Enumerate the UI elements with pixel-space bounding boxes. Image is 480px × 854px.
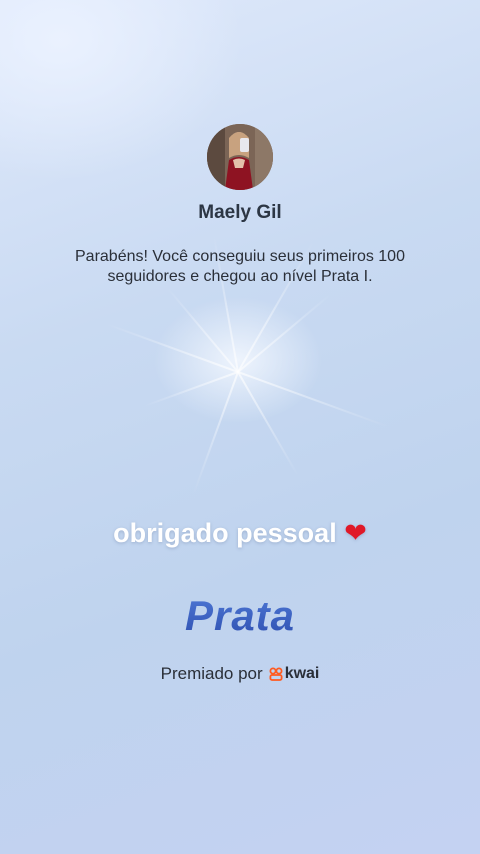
tier-title: Prata xyxy=(0,592,480,640)
caption-label: obrigado pessoal xyxy=(113,518,337,548)
kwai-icon xyxy=(269,667,283,681)
caption-text: obrigado pessoal ❤ xyxy=(0,518,480,549)
awarded-by: Premiado por kwai xyxy=(0,664,480,684)
avatar[interactable] xyxy=(207,124,273,190)
profile-name: Maely Gil xyxy=(198,202,282,223)
profile-photo-icon xyxy=(207,124,273,190)
achievement-message-line-2: seguidores e chegou ao nível Prata I. xyxy=(107,268,373,285)
kwai-brand-text: kwai xyxy=(284,665,320,682)
heart-emoji-icon: ❤ xyxy=(344,518,367,549)
kwai-logo: kwai xyxy=(269,665,320,683)
achievement-message-line-1: Parabéns! Você conseguiu seus primeiros … xyxy=(75,248,405,265)
achievement-message: Parabéns! Você conseguiu seus primeiros … xyxy=(40,247,440,287)
awarded-by-label: Premiado por xyxy=(160,664,263,683)
